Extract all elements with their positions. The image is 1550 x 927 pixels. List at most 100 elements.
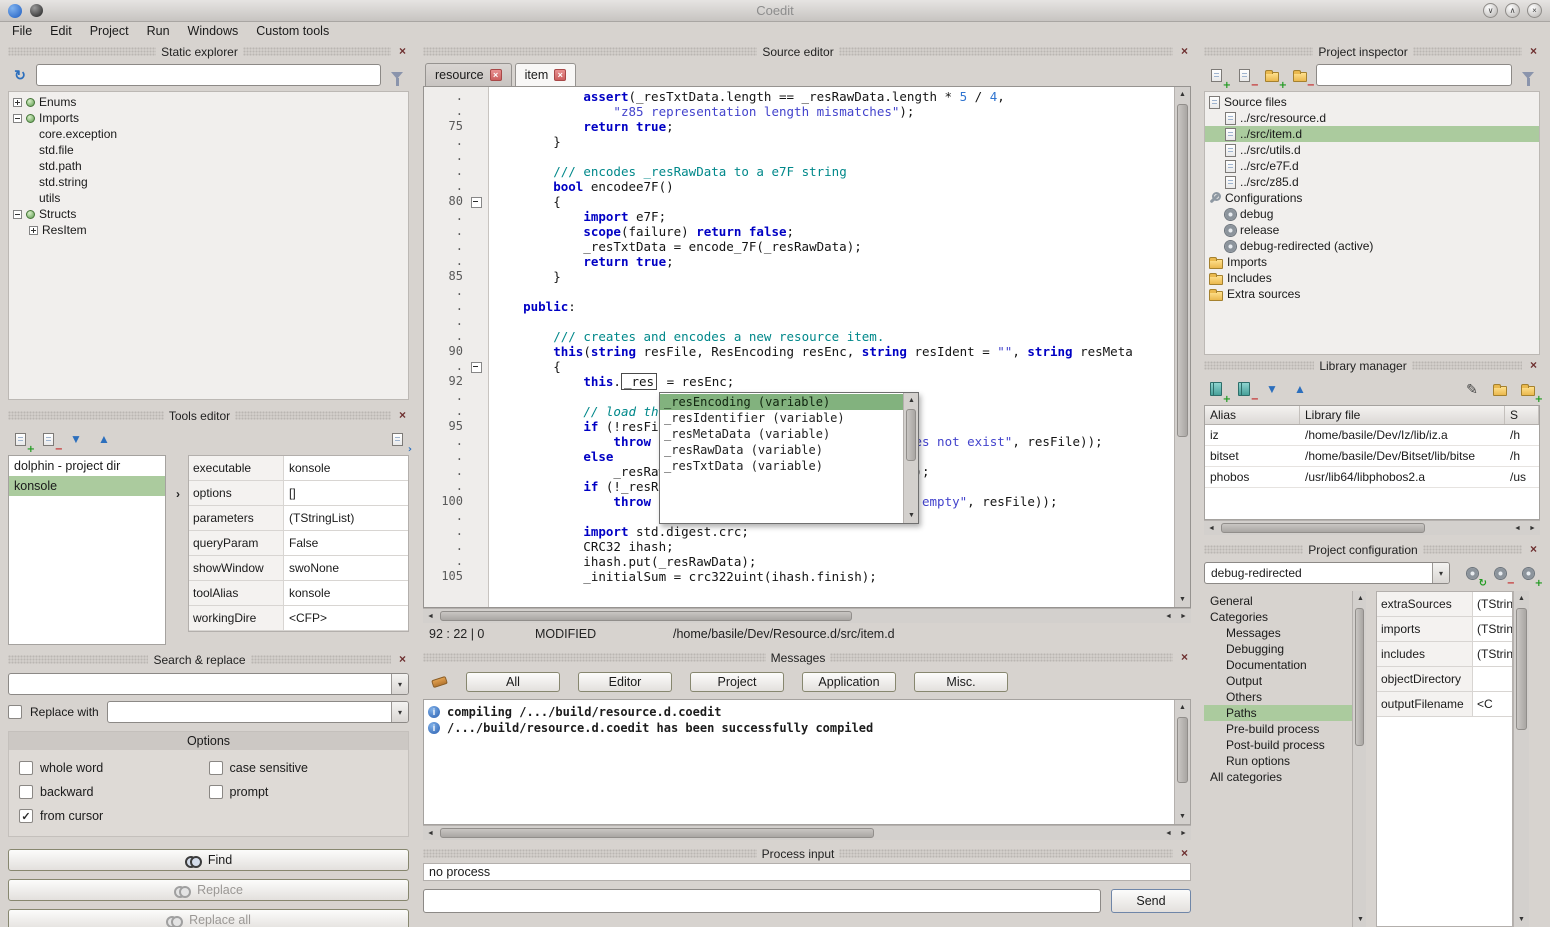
scroll-right-icon[interactable] <box>1176 609 1191 624</box>
scroll-right-icon[interactable] <box>1525 521 1540 536</box>
tree-item-imports[interactable]: Imports <box>9 110 408 126</box>
tool-list-item[interactable]: konsole <box>9 476 165 496</box>
scroll-track[interactable] <box>1353 606 1366 912</box>
tree-item-source-file[interactable]: ../src/utils.d <box>1205 142 1539 158</box>
add-folder-button[interactable]: + <box>1260 63 1284 87</box>
window-close-button[interactable]: × <box>1527 3 1542 18</box>
window-menu-icon[interactable] <box>30 4 43 17</box>
gutter-line[interactable]: . <box>424 134 488 149</box>
find-button[interactable]: Find <box>8 849 409 871</box>
code-line[interactable]: /// encodes _resRawData to a e7F string <box>493 164 1190 179</box>
code-line[interactable]: _resTxtData = encode_7F(_resRawData); <box>493 239 1190 254</box>
gutter-line[interactable]: . <box>424 554 488 569</box>
send-button[interactable]: Send <box>1111 889 1191 913</box>
minimize-button[interactable]: ∨ <box>1483 3 1498 18</box>
messages-vscrollbar[interactable] <box>1174 700 1190 824</box>
tab-close-icon[interactable]: × <box>554 69 566 81</box>
checkbox[interactable] <box>19 785 33 799</box>
scroll-track[interactable] <box>1514 606 1529 912</box>
replace-with-checkbox[interactable] <box>8 705 22 719</box>
move-tool-up-button[interactable]: ▲ <box>92 427 116 451</box>
category-item[interactable]: Run options <box>1204 753 1352 769</box>
scroll-left-icon[interactable] <box>1161 609 1176 624</box>
dropdown-arrow-icon[interactable]: ▾ <box>391 674 408 694</box>
gutter-line[interactable]: 75 <box>424 119 488 134</box>
filter-button[interactable] <box>1516 63 1540 87</box>
property-row[interactable]: executable konsole <box>189 456 408 481</box>
filter-button[interactable] <box>385 63 409 87</box>
tree-item-import[interactable]: std.path <box>9 158 408 174</box>
scroll-left-icon[interactable] <box>423 826 438 841</box>
scroll-track[interactable] <box>438 826 1161 840</box>
tree-group-extra-sources[interactable]: Extra sources <box>1205 286 1539 302</box>
panel-close-button[interactable]: × <box>1527 543 1540 556</box>
category-item[interactable]: Output <box>1204 673 1352 689</box>
menu-item[interactable]: Custom tools <box>248 23 337 39</box>
panel-close-button[interactable]: × <box>1527 45 1540 58</box>
gutter-line[interactable]: 90 <box>424 344 488 359</box>
code-lines[interactable]: assert(_resTxtData.length == _resRawData… <box>489 87 1190 607</box>
tree-item-configuration[interactable]: debug-redirected (active) <box>1205 238 1539 254</box>
message-filter-button[interactable]: Editor <box>578 672 672 692</box>
panel-close-button[interactable]: × <box>1178 45 1191 58</box>
remove-library-button[interactable]: − <box>1232 377 1256 401</box>
property-row[interactable]: toolAlias konsole <box>189 581 408 606</box>
scroll-track[interactable] <box>1175 715 1190 809</box>
search-option[interactable]: whole word <box>19 756 209 780</box>
category-item[interactable]: Pre-build process <box>1204 721 1352 737</box>
library-row[interactable]: phobos /usr/lib64/libphobos2.a /us <box>1205 467 1539 488</box>
menu-item[interactable]: Project <box>82 23 137 39</box>
code-line[interactable]: { <box>493 194 1190 209</box>
scroll-left-icon[interactable] <box>1510 521 1525 536</box>
panel-close-button[interactable]: × <box>1527 359 1540 372</box>
code-line[interactable]: ihash.put(_resRawData); <box>493 554 1190 569</box>
code-line[interactable]: } <box>493 134 1190 149</box>
code-line[interactable]: { <box>493 359 1190 374</box>
code-line[interactable] <box>493 284 1190 299</box>
category-item[interactable]: Post-build process <box>1204 737 1352 753</box>
gutter-line[interactable]: . <box>424 464 488 479</box>
property-value[interactable]: [] <box>284 481 408 505</box>
expander-icon[interactable] <box>29 226 38 235</box>
property-row[interactable]: objectDirectory <box>1377 667 1512 692</box>
editor-hscrollbar[interactable] <box>423 608 1191 623</box>
scroll-track[interactable] <box>438 609 1161 623</box>
tree-item-resitem[interactable]: ResItem <box>9 222 408 238</box>
code-line[interactable] <box>493 314 1190 329</box>
scroll-up-icon[interactable] <box>904 393 919 408</box>
category-item[interactable]: Documentation <box>1204 657 1352 673</box>
category-item[interactable]: Paths <box>1204 705 1352 721</box>
tree-group-includes[interactable]: Includes <box>1205 270 1539 286</box>
code-line[interactable]: scope(failure) return false; <box>493 224 1190 239</box>
gutter-line[interactable]: . <box>424 509 488 524</box>
menu-item[interactable]: Run <box>139 23 178 39</box>
property-grid-vscrollbar[interactable] <box>1513 591 1529 927</box>
inspector-filter-input[interactable] <box>1316 64 1512 86</box>
completion-item[interactable]: _resIdentifier (variable) <box>660 410 903 426</box>
fold-marker-icon[interactable] <box>466 194 486 209</box>
gutter-line[interactable]: 85 <box>424 269 488 284</box>
scroll-thumb[interactable] <box>440 828 874 838</box>
add-tool-button[interactable]: + <box>8 427 32 451</box>
completion-item[interactable]: _resMetaData (variable) <box>660 426 903 442</box>
completion-item[interactable]: _resEncoding (variable) <box>660 394 903 410</box>
gutter-line[interactable]: . <box>424 224 488 239</box>
property-row[interactable]: includes (TStringList) <box>1377 642 1512 667</box>
code-line[interactable]: return true; <box>493 119 1190 134</box>
panel-close-button[interactable]: × <box>396 45 409 58</box>
tree-item-source-file[interactable]: ../src/resource.d <box>1205 110 1539 126</box>
gutter-line[interactable]: . <box>424 164 488 179</box>
remove-tool-button[interactable]: − <box>36 427 60 451</box>
gutter-line[interactable]: 105 <box>424 569 488 584</box>
scroll-track[interactable] <box>1219 521 1510 535</box>
menu-item[interactable]: File <box>4 23 40 39</box>
code-line[interactable]: import std.digest.crc; <box>493 524 1190 539</box>
configuration-select[interactable]: debug-redirected ▾ <box>1204 562 1450 584</box>
property-value[interactable] <box>1473 667 1512 691</box>
tab-resource[interactable]: resource × <box>425 63 512 86</box>
message-row[interactable]: i compiling /.../build/resource.d.coedit <box>428 704 1170 720</box>
panel-close-button[interactable]: × <box>396 409 409 422</box>
add-library-folder-button[interactable]: + <box>1516 377 1540 401</box>
tab-close-icon[interactable]: × <box>490 69 502 81</box>
scroll-up-icon[interactable] <box>1514 591 1529 606</box>
